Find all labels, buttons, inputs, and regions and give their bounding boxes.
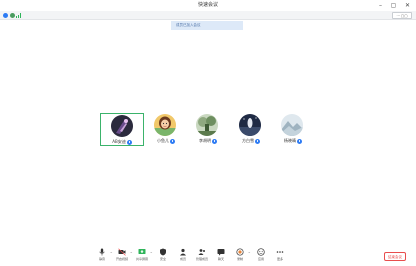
end-meeting-button[interactable]: 结束会议 xyxy=(384,252,406,261)
mic-icon xyxy=(98,248,106,256)
members-icon xyxy=(179,248,187,256)
meeting-toolbar: ··· ▢▢ xyxy=(0,11,416,20)
share-screen-button[interactable]: 共享屏幕 xyxy=(134,248,150,265)
participant-name: 杨晓晴 xyxy=(271,138,315,144)
participant-tile[interactable]: 方白雪 xyxy=(229,113,273,146)
chevron-up-icon[interactable]: ^ xyxy=(110,251,113,255)
apps-icon xyxy=(257,248,265,256)
participant-tile[interactable]: 李胡明 xyxy=(186,113,230,146)
chat-icon xyxy=(217,248,225,256)
members-button[interactable]: 成员 xyxy=(175,248,191,265)
window-title: 快速会议 xyxy=(197,2,218,8)
avatar xyxy=(281,114,303,136)
avatar xyxy=(111,115,133,137)
mic-status-icon xyxy=(170,138,175,144)
close-icon[interactable]: ✕ xyxy=(403,1,412,10)
avatar xyxy=(154,114,176,136)
avatar xyxy=(239,114,261,136)
record-button[interactable]: 录制 xyxy=(232,248,248,265)
chat-button[interactable]: 聊天 xyxy=(213,248,229,265)
chevron-up-icon[interactable]: ^ xyxy=(150,251,153,255)
camera-icon xyxy=(118,248,126,256)
mic-status-icon xyxy=(212,138,217,144)
mic-status-icon xyxy=(126,139,132,145)
chevron-up-icon[interactable]: ^ xyxy=(248,251,251,255)
more-button[interactable]: 更多 xyxy=(272,248,288,265)
manage-members-button[interactable]: 管理成员 xyxy=(194,248,210,265)
meeting-controls-bar: 静音 ^ 开启视频 ^ 共享屏幕 ^ 安全 成员 管理成员 聊天 录制 ^ 应用… xyxy=(0,246,416,266)
video-button[interactable]: 开启视频 xyxy=(114,248,130,265)
more-icon xyxy=(276,248,284,256)
participant-tile[interactable]: 小鱼儿 xyxy=(144,113,188,146)
participant-name: 李胡明 xyxy=(186,138,230,144)
apps-button[interactable]: 应用 xyxy=(253,248,269,265)
shield-icon xyxy=(159,248,167,256)
participant-name: AB安迪 xyxy=(101,139,143,145)
mic-status-icon xyxy=(297,138,302,144)
chevron-up-icon[interactable]: ^ xyxy=(130,251,133,255)
security-shield-icon[interactable] xyxy=(10,12,15,18)
screen-share-icon xyxy=(138,248,146,256)
info-icon[interactable] xyxy=(3,12,8,18)
mic-status-icon xyxy=(255,138,260,144)
maximize-icon[interactable]: ▢ xyxy=(389,1,398,10)
notification-banner: 成员已加入会议 xyxy=(171,21,243,30)
meeting-window: 快速会议 – ▢ ✕ ··· ▢▢ 成员已加入会议 AB安迪 小鱼儿 李胡明 方… xyxy=(0,0,416,266)
network-signal-icon[interactable] xyxy=(16,13,22,18)
minimize-icon[interactable]: – xyxy=(376,1,385,10)
avatar xyxy=(196,114,218,136)
mute-button[interactable]: 静音 xyxy=(94,248,110,265)
title-bar: 快速会议 – ▢ ✕ xyxy=(0,0,416,11)
participant-name: 小鱼儿 xyxy=(144,138,188,144)
manage-members-icon xyxy=(198,248,206,256)
record-icon xyxy=(236,248,244,256)
layout-switch-button[interactable]: ··· ▢▢ xyxy=(392,12,412,19)
participant-tile[interactable]: 杨晓晴 xyxy=(271,113,315,146)
security-button[interactable]: 安全 xyxy=(155,248,171,265)
participant-name: 方白雪 xyxy=(229,138,273,144)
participant-tile[interactable]: AB安迪 xyxy=(100,113,144,146)
